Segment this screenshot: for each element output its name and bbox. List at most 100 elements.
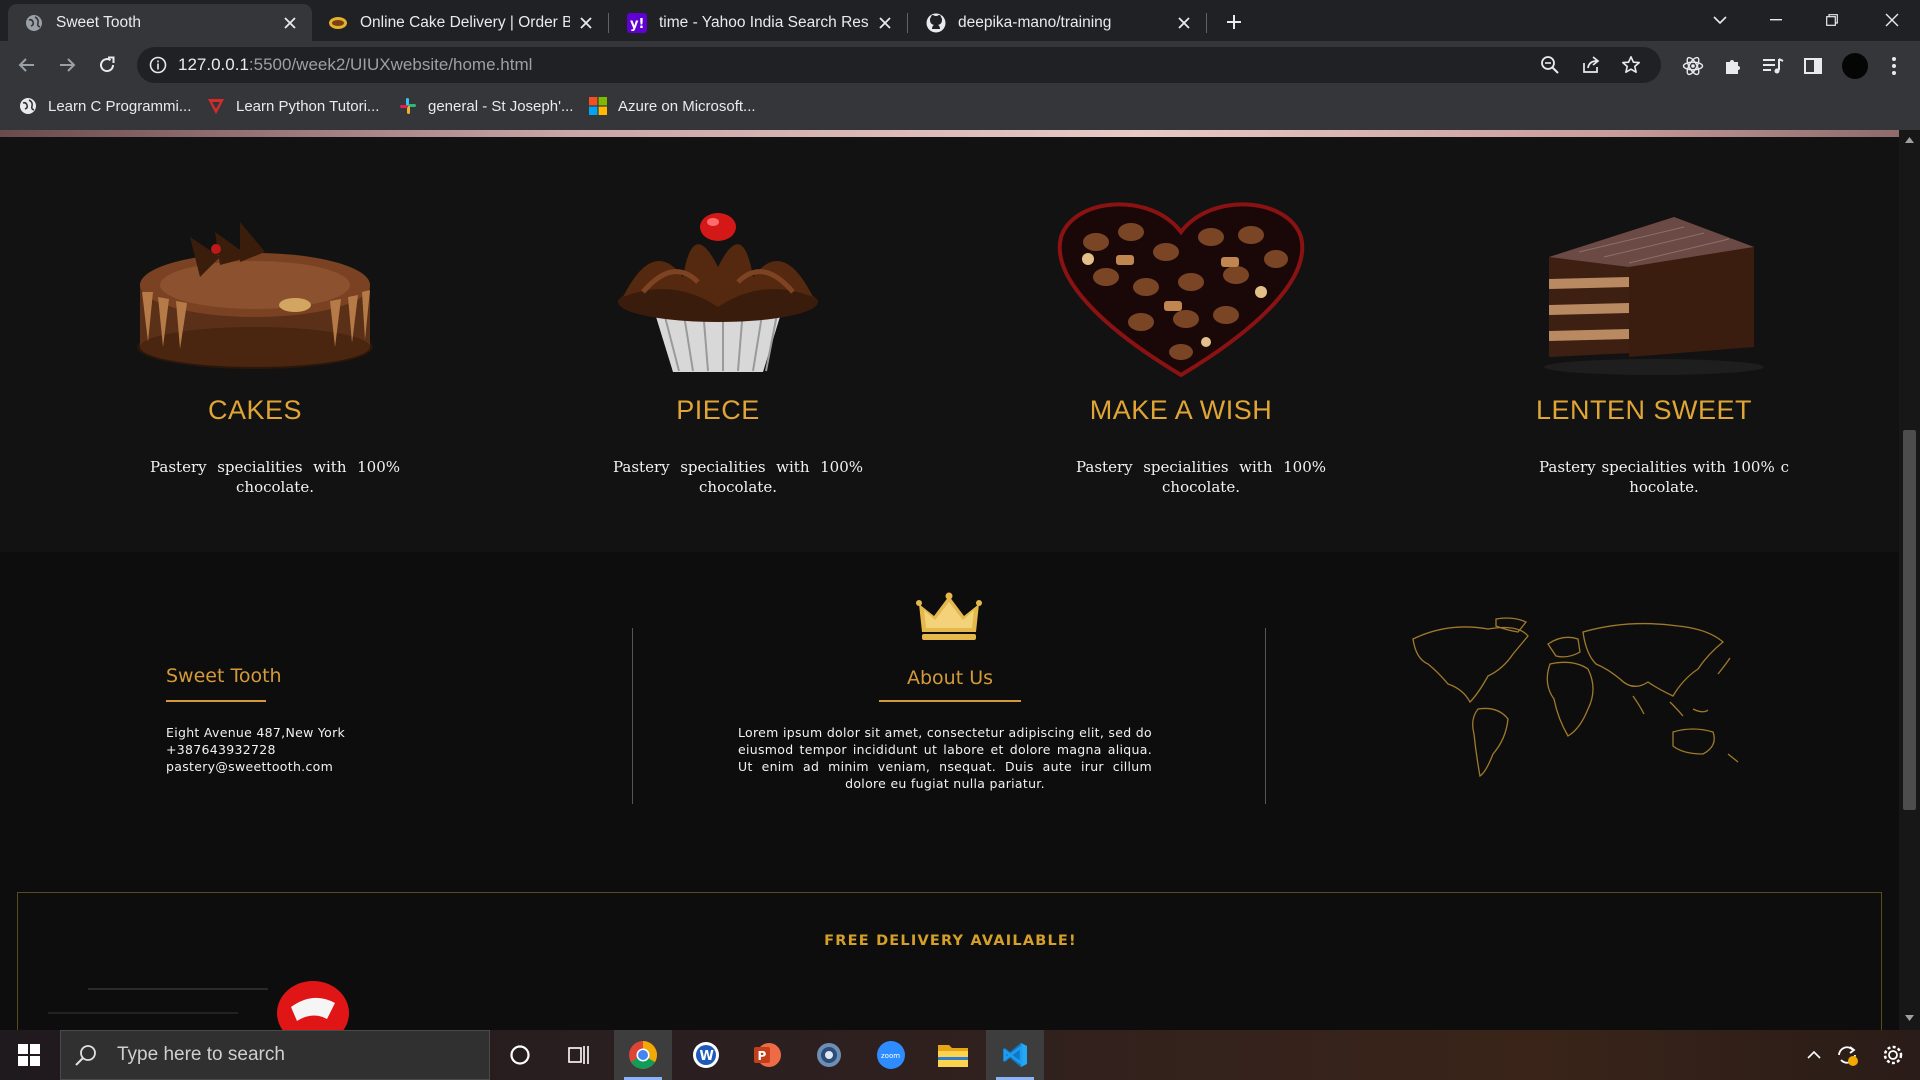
product-card-lenten-sweet[interactable]: LENTEN SWEET Pastery specialities with 1… xyxy=(1409,137,1879,552)
word-icon: W xyxy=(693,1042,719,1068)
product-description: Pastery specialities with 100% chocolate… xyxy=(1076,458,1326,496)
python-tutor-icon xyxy=(206,96,226,116)
address-bar[interactable]: 127.0.0.1:5500/week2/UIUXwebsite/home.ht… xyxy=(137,47,1661,83)
windows-taskbar: Type here to search W P zoom xyxy=(0,1030,1920,1080)
taskbar-powerpoint[interactable]: P xyxy=(738,1030,796,1080)
url-host: 127.0.0.1 xyxy=(178,55,249,74)
close-tab-icon[interactable] xyxy=(1174,13,1194,33)
close-tab-icon[interactable] xyxy=(875,13,895,33)
folder-icon xyxy=(938,1045,968,1067)
browser-toolbar: 127.0.0.1:5500/week2/UIUXwebsite/home.ht… xyxy=(0,41,1920,90)
extensions-puzzle-icon[interactable] xyxy=(1721,54,1745,78)
tab-title: Online Cake Delivery | Order Best xyxy=(360,13,570,31)
close-tab-icon[interactable] xyxy=(280,13,300,33)
column-divider xyxy=(1265,628,1266,804)
tab-github-training[interactable]: deepika-mano/training xyxy=(910,4,1206,41)
tab-search-button[interactable] xyxy=(1692,0,1748,40)
side-panel-icon[interactable] xyxy=(1801,54,1825,78)
forward-button[interactable] xyxy=(50,48,84,82)
star-bookmark-icon[interactable] xyxy=(1620,54,1642,76)
tab-yahoo-search[interactable]: y! time - Yahoo India Search Results xyxy=(611,4,907,41)
url-text[interactable]: 127.0.0.1:5500/week2/UIUXwebsite/home.ht… xyxy=(178,47,532,83)
taskbar-search-box[interactable]: Type here to search xyxy=(60,1030,490,1080)
restore-icon xyxy=(1826,14,1838,26)
page-scrollbar[interactable] xyxy=(1899,130,1920,1030)
delivery-section: FREE DELIVERY AVAILABLE! xyxy=(17,892,1882,1030)
scrollbar-thumb[interactable] xyxy=(1903,430,1916,810)
minimize-button[interactable] xyxy=(1748,0,1804,40)
bookmark-general-st-joseph[interactable]: general - St Joseph'... xyxy=(398,90,573,122)
bookmark-azure[interactable]: Azure on Microsoft... xyxy=(588,90,756,122)
bookmarks-bar: Learn C Programmi... Learn Python Tutori… xyxy=(0,90,1920,130)
tray-sync[interactable] xyxy=(1830,1030,1864,1080)
minimize-icon xyxy=(1770,19,1782,21)
info-icon[interactable] xyxy=(147,54,169,76)
footer-brand-title: Sweet Tooth xyxy=(166,665,282,687)
phone-line: +387643932728 xyxy=(166,742,276,757)
profile-avatar-icon[interactable] xyxy=(1841,52,1869,80)
close-tab-icon[interactable] xyxy=(576,13,596,33)
about-underline xyxy=(879,700,1021,702)
zoom-icon[interactable] xyxy=(1539,54,1561,76)
bookmark-learn-c[interactable]: Learn C Programmi... xyxy=(18,90,191,122)
hero-image-bottom-edge xyxy=(0,130,1899,137)
product-title: PIECE xyxy=(676,395,760,425)
back-button[interactable] xyxy=(10,48,44,82)
new-tab-button[interactable] xyxy=(1220,8,1248,36)
scroll-up-arrow-icon[interactable] xyxy=(1904,136,1915,144)
globe-icon xyxy=(18,96,38,116)
product-description: Pastery specialities with 100% chocolate… xyxy=(613,458,863,496)
brand-underline xyxy=(166,700,266,702)
task-view-button[interactable] xyxy=(551,1030,609,1080)
delivery-road-lines xyxy=(48,988,268,1014)
chocolate-cupcake-image xyxy=(618,213,818,372)
system-tray-expand[interactable] xyxy=(1802,1030,1826,1080)
cortana-button[interactable] xyxy=(491,1030,549,1080)
product-description: Pastery specialities with 100% c hocolat… xyxy=(1539,458,1789,496)
reload-icon xyxy=(100,56,115,73)
tab-sweet-tooth[interactable]: Sweet Tooth xyxy=(8,4,312,41)
product-card-piece[interactable]: PIECE Pastery specialities with 100% cho… xyxy=(483,137,953,552)
yahoo-icon: y! xyxy=(627,12,647,33)
cortana-circle-icon xyxy=(510,1045,530,1065)
tab-separator xyxy=(907,13,908,33)
tray-settings[interactable] xyxy=(1876,1030,1910,1080)
chocolate-cake-image xyxy=(137,222,373,369)
email-line[interactable]: pastery@sweettooth.com xyxy=(166,758,345,775)
tab-separator xyxy=(1206,13,1207,33)
bookmark-learn-python[interactable]: Learn Python Tutori... xyxy=(206,90,379,122)
product-card-make-a-wish[interactable]: MAKE A WISH Pastery specialities with 10… xyxy=(946,137,1416,552)
taskbar-vscode[interactable] xyxy=(986,1030,1044,1080)
cake-slice-image xyxy=(1544,217,1764,375)
chevron-down-icon xyxy=(1713,16,1727,25)
bookmark-label: Azure on Microsoft... xyxy=(618,97,756,115)
about-us-title: About Us xyxy=(906,667,994,689)
browser-tab-bar: Sweet Tooth Online Cake Delivery | Order… xyxy=(0,0,1920,41)
zoom-app-icon: zoom xyxy=(877,1041,905,1069)
share-icon[interactable] xyxy=(1580,54,1602,76)
more-menu-icon[interactable] xyxy=(1882,54,1906,78)
taskbar-zoom[interactable]: zoom xyxy=(862,1030,920,1080)
taskbar-settings[interactable] xyxy=(800,1030,858,1080)
taskbar-file-explorer[interactable] xyxy=(924,1030,982,1080)
bookmark-label: Learn Python Tutori... xyxy=(236,97,380,115)
tab-separator xyxy=(608,13,609,33)
taskbar-word-app[interactable]: W xyxy=(677,1030,735,1080)
footer-info-section: Sweet Tooth Eight Avenue 487,New York +3… xyxy=(0,552,1899,892)
restore-button[interactable] xyxy=(1804,0,1860,40)
svg-text:W: W xyxy=(700,1049,714,1064)
close-window-button[interactable] xyxy=(1864,0,1920,40)
svg-text:y!: y! xyxy=(630,17,644,32)
tab-online-cake-delivery[interactable]: Online Cake Delivery | Order Best xyxy=(312,4,608,41)
product-card-cakes[interactable]: CAKES Pastery specialities with 100% cho… xyxy=(20,137,490,552)
media-queue-icon[interactable] xyxy=(1761,54,1785,78)
react-devtools-icon[interactable] xyxy=(1681,54,1705,78)
column-divider xyxy=(632,628,633,804)
reload-button[interactable] xyxy=(90,48,124,82)
scroll-down-arrow-icon[interactable] xyxy=(1904,1014,1915,1022)
product-title: LENTEN SWEET xyxy=(1535,395,1753,425)
chevron-up-icon xyxy=(1807,1050,1821,1059)
url-path: :5500/week2/UIUXwebsite/home.html xyxy=(248,55,533,74)
taskbar-chrome[interactable] xyxy=(614,1030,672,1080)
start-button[interactable] xyxy=(0,1030,58,1080)
